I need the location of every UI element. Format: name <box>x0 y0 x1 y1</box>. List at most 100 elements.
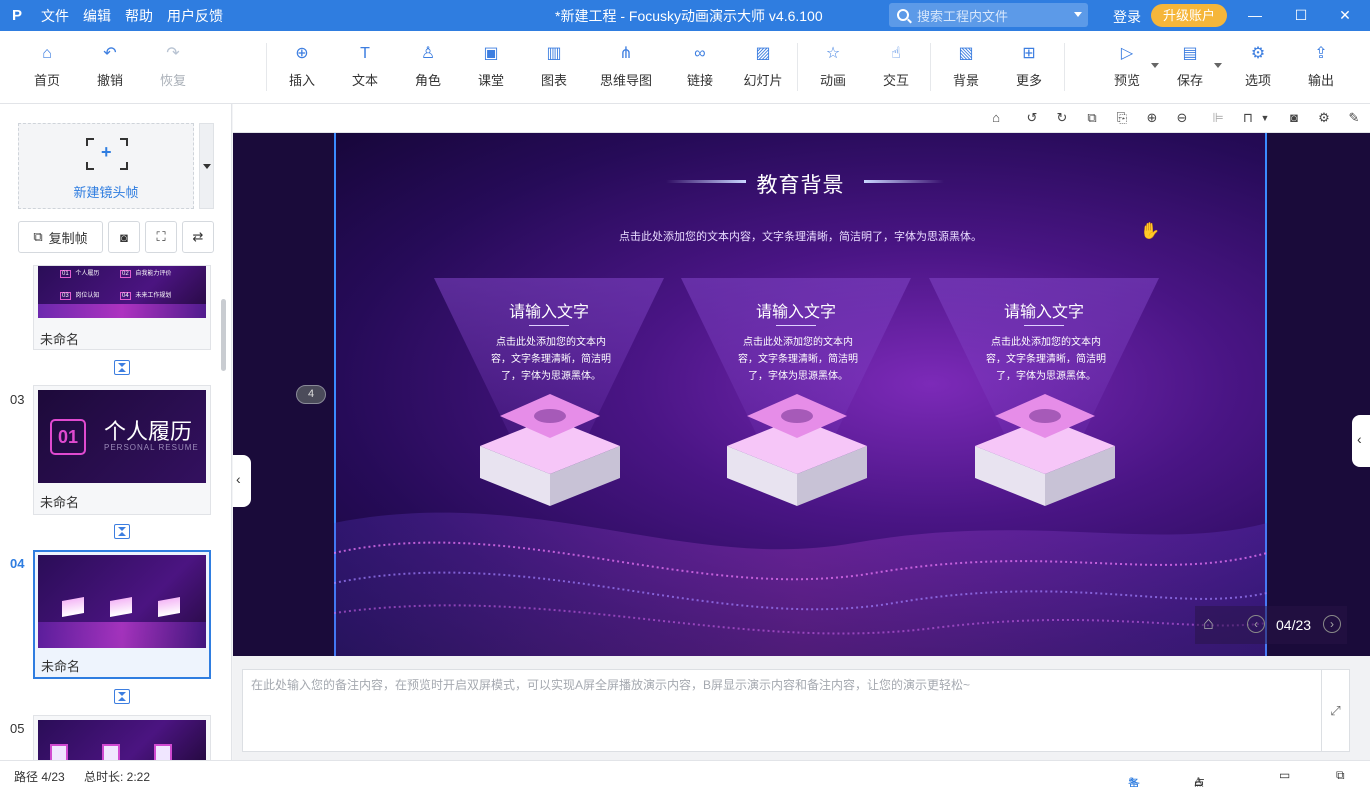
slide-title[interactable]: 教育背景 <box>334 169 1267 199</box>
frame-item-active[interactable]: 未命名 <box>33 550 211 679</box>
lock-dropdown-icon[interactable]: ▼ <box>1257 110 1273 126</box>
thumb-item: 岗位认知 <box>75 293 100 299</box>
nav-prev-icon[interactable]: ‹ <box>1247 615 1265 633</box>
minimize-icon[interactable]: — <box>1244 4 1266 26</box>
classroom-label: 课堂 <box>477 73 504 88</box>
notes-input[interactable]: 在此处输入您的备注内容，在预览时开启双屏模式，可以实现A屏全屏播放演示内容，B屏… <box>242 669 1322 752</box>
home-button[interactable]: ⌂ 首页 <box>17 44 77 89</box>
home-view-icon[interactable]: ⌂ <box>988 110 1004 126</box>
preview-button[interactable]: ▷ 预览 <box>1097 44 1159 89</box>
copy-frame-button[interactable]: ⧉ 复制帧 <box>18 221 103 253</box>
menu-edit[interactable]: 编辑 <box>76 6 118 26</box>
main-toolbar: ⌂ 首页 ↶ 撤销 ↷ 恢复 ⊕ 插入 T 文本 ♙ 角色 ▣ 课堂 ▥ 图表 … <box>0 31 1370 104</box>
frame-item[interactable]: 01 个人履历 PERSONAL RESUME 未命名 <box>33 385 211 515</box>
column-heading[interactable]: 请输入文字 <box>434 298 664 322</box>
search-dropdown-icon[interactable] <box>1074 12 1082 17</box>
frame-list-scrollbar[interactable] <box>221 299 226 371</box>
slide-subtitle[interactable]: 点击此处添加您的文本内容，文字条理清晰，简洁明了，字体为思源黑体。 <box>334 228 1267 244</box>
chart-button[interactable]: ▥ 图表 <box>524 44 584 89</box>
project-search-input[interactable]: 搜索工程内文件 <box>889 3 1088 27</box>
menu-feedback[interactable]: 用户反馈 <box>160 6 230 26</box>
new-frame-dropdown[interactable] <box>199 123 214 209</box>
nav-next-icon[interactable]: › <box>1323 615 1341 633</box>
undo-button[interactable]: ↶ 撤销 <box>80 44 140 89</box>
login-link[interactable]: 登录 <box>1113 7 1141 27</box>
link-button[interactable]: ∞ 链接 <box>670 44 730 89</box>
zoom-in-icon[interactable]: ⊕ <box>1144 110 1160 126</box>
options-button[interactable]: ⚙ 选项 <box>1228 44 1288 89</box>
settings-icon[interactable]: ⚙ <box>1316 110 1332 126</box>
column-body[interactable]: 点击此处添加您的文本内容，文字条理清晰，简洁明了，字体为思源黑体。 <box>489 334 613 385</box>
menu-file[interactable]: 文件 <box>34 6 76 26</box>
interact-label: 交互 <box>882 73 909 88</box>
save-button[interactable]: ▤ 保存 <box>1160 44 1222 89</box>
window-icon[interactable]: ⧉ <box>1336 768 1345 783</box>
menu-help[interactable]: 帮助 <box>118 6 160 26</box>
mindmap-icon: ⋔ <box>619 45 633 62</box>
frame-item[interactable] <box>33 715 211 760</box>
slideshow-button[interactable]: ▨ 幻灯片 <box>733 44 793 89</box>
collapse-left-panel-button[interactable]: ‹ <box>233 455 251 507</box>
column-heading[interactable]: 请输入文字 <box>929 298 1159 322</box>
expand-notes-icon[interactable]: ⤢ <box>1322 669 1350 752</box>
fit-frame-button[interactable]: ⛶ <box>145 221 177 253</box>
rotate-right-icon[interactable]: ↻ <box>1054 110 1070 126</box>
transition-icon[interactable] <box>114 524 130 539</box>
insert-button[interactable]: ⊕ 插入 <box>272 44 332 89</box>
animation-label: 动画 <box>819 73 846 88</box>
toolbar-divider <box>797 43 798 91</box>
add-frame-icon: + <box>86 138 128 170</box>
role-button[interactable]: ♙ 角色 <box>398 44 458 89</box>
rotate-left-icon[interactable]: ↺ <box>1024 110 1040 126</box>
close-icon[interactable]: ✕ <box>1334 4 1356 26</box>
frame-item[interactable]: 01 个人履历 02 自我能力评价 03 岗位认知 04 未来工作规划 未命名 <box>33 265 211 350</box>
frame-number: 03 <box>10 392 25 407</box>
text-label: 文本 <box>351 73 378 88</box>
toolbar-divider <box>1064 43 1065 91</box>
thumb-badge: 03 <box>60 292 71 300</box>
thumb-item: 自我能力评价 <box>135 271 172 277</box>
collapse-right-panel-button[interactable]: ‹ <box>1352 415 1370 467</box>
animation-button[interactable]: ☆ 动画 <box>803 44 863 89</box>
nav-home-icon[interactable]: ⌂ <box>1203 613 1214 634</box>
new-frame-button[interactable]: + 新建镜头帧 <box>18 123 194 209</box>
save-dropdown-icon[interactable] <box>1214 63 1222 68</box>
editor-canvas[interactable]: ‹ 4 教育背景 点击此处添加您的文本内容，文字条理清晰，简洁明了，字体为思源黑… <box>233 133 1370 656</box>
screenshot-frame-button[interactable]: ◙ <box>108 221 140 253</box>
text-button[interactable]: T 文本 <box>335 44 395 89</box>
transition-icon[interactable] <box>114 689 130 704</box>
classroom-button[interactable]: ▣ 课堂 <box>461 44 521 89</box>
options-label: 选项 <box>1244 73 1271 88</box>
zoom-out-icon[interactable]: ⊖ <box>1174 110 1190 126</box>
redo-button[interactable]: ↷ 恢复 <box>143 44 203 89</box>
column-body[interactable]: 点击此处添加您的文本内容，文字条理清晰，简洁明了，字体为思源黑体。 <box>984 334 1108 385</box>
upgrade-button[interactable]: 升级账户 <box>1151 4 1227 27</box>
copy-icon[interactable]: ⧉ <box>1084 110 1100 126</box>
column-heading[interactable]: 请输入文字 <box>681 298 911 322</box>
frame-thumbnail <box>38 555 206 648</box>
align-icon[interactable]: ⊫ <box>1210 110 1226 126</box>
more-button[interactable]: ⊞ 更多 <box>999 44 1059 89</box>
maximize-icon[interactable]: ☐ <box>1290 4 1312 26</box>
slide-frame[interactable]: 教育背景 点击此处添加您的文本内容，文字条理清晰，简洁明了，字体为思源黑体。 ✋… <box>334 133 1267 656</box>
interact-button[interactable]: ☝ 交互 <box>866 44 926 89</box>
hand-pointer-icon: ☝ <box>891 45 901 62</box>
lock-icon[interactable]: ⊓ <box>1240 110 1256 126</box>
mindmap-button[interactable]: ⋔ 思维导图 <box>596 44 656 89</box>
swap-frame-button[interactable]: ⇄ <box>182 221 214 253</box>
thumb-badge: 02 <box>120 270 131 278</box>
column-body[interactable]: 点击此处添加您的文本内容，文字条理清晰，简洁明了，字体为思源黑体。 <box>736 334 860 385</box>
export-button[interactable]: ⇪ 输出 <box>1291 44 1351 89</box>
preview-dropdown-icon[interactable] <box>1151 63 1159 68</box>
thumb-badge: 04 <box>120 292 131 300</box>
background-button[interactable]: ▧ 背景 <box>936 44 996 89</box>
camera-icon[interactable]: ◙ <box>1286 110 1302 126</box>
particle-wave-decoration <box>334 512 1267 656</box>
frame-number: 04 <box>10 556 25 571</box>
paste-icon[interactable]: ⎘ <box>1114 110 1130 126</box>
cursor-icon: ✋ <box>1140 223 1160 240</box>
edit-icon[interactable]: ✎ <box>1346 110 1362 126</box>
mindmap-label: 思维导图 <box>599 73 652 88</box>
screen-icon[interactable]: ▭ <box>1279 768 1290 782</box>
transition-icon[interactable] <box>114 360 130 375</box>
